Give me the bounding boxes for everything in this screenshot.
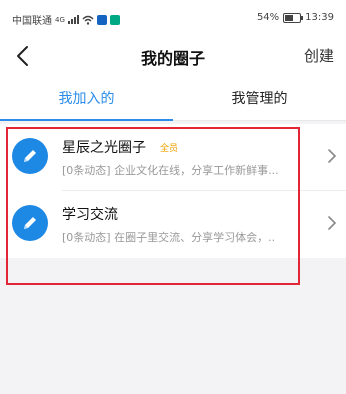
circle-description: [0条动态] 在圈子里交流、分享学习体会，.. bbox=[62, 231, 276, 244]
tab-managed[interactable]: 我管理的 bbox=[173, 76, 346, 120]
pencil-icon bbox=[24, 217, 36, 229]
tab-joined[interactable]: 我加入的 bbox=[0, 76, 173, 121]
network-type: 4G bbox=[55, 15, 65, 24]
circle-avatar bbox=[12, 138, 48, 174]
signal-icon bbox=[67, 15, 79, 24]
back-button[interactable] bbox=[10, 42, 38, 70]
chevron-right-icon bbox=[328, 216, 337, 230]
battery-percent: 54% bbox=[256, 12, 280, 23]
chevron-right-icon bbox=[328, 149, 337, 163]
battery-icon bbox=[283, 12, 304, 23]
circle-item-1[interactable]: 星辰之光圈子 全员 [0条动态] 企业文化在线，分享工作新鲜事... bbox=[0, 124, 346, 191]
clock: 13:39 bbox=[305, 12, 334, 23]
circle-avatar bbox=[12, 205, 48, 241]
circle-name: 星辰之光圈子 bbox=[62, 140, 146, 156]
tab-bar: 我加入的 我管理的 bbox=[0, 76, 346, 121]
app-header: 我的圈子 创建 bbox=[0, 36, 346, 76]
circle-name: 学习交流 bbox=[62, 207, 118, 223]
status-bar: 中国联通 4G 54% 13:39 bbox=[0, 0, 346, 36]
carrier-label: 中国联通 bbox=[12, 16, 52, 27]
page-title: 我的圈子 bbox=[140, 49, 205, 68]
app-notification-icon bbox=[96, 14, 107, 25]
create-button[interactable]: 创建 bbox=[304, 45, 334, 66]
wifi-icon bbox=[82, 15, 94, 25]
circle-description: [0条动态] 企业文化在线，分享工作新鲜事... bbox=[62, 164, 279, 177]
chevron-left-icon bbox=[17, 46, 28, 66]
circle-list: 星辰之光圈子 全员 [0条动态] 企业文化在线，分享工作新鲜事... 学习交流 … bbox=[0, 124, 346, 258]
app-shield-icon bbox=[109, 14, 120, 25]
circle-badge: 全员 bbox=[160, 144, 179, 154]
pencil-icon bbox=[24, 150, 36, 162]
circle-item-2[interactable]: 学习交流 [0条动态] 在圈子里交流、分享学习体会，.. bbox=[0, 191, 346, 257]
